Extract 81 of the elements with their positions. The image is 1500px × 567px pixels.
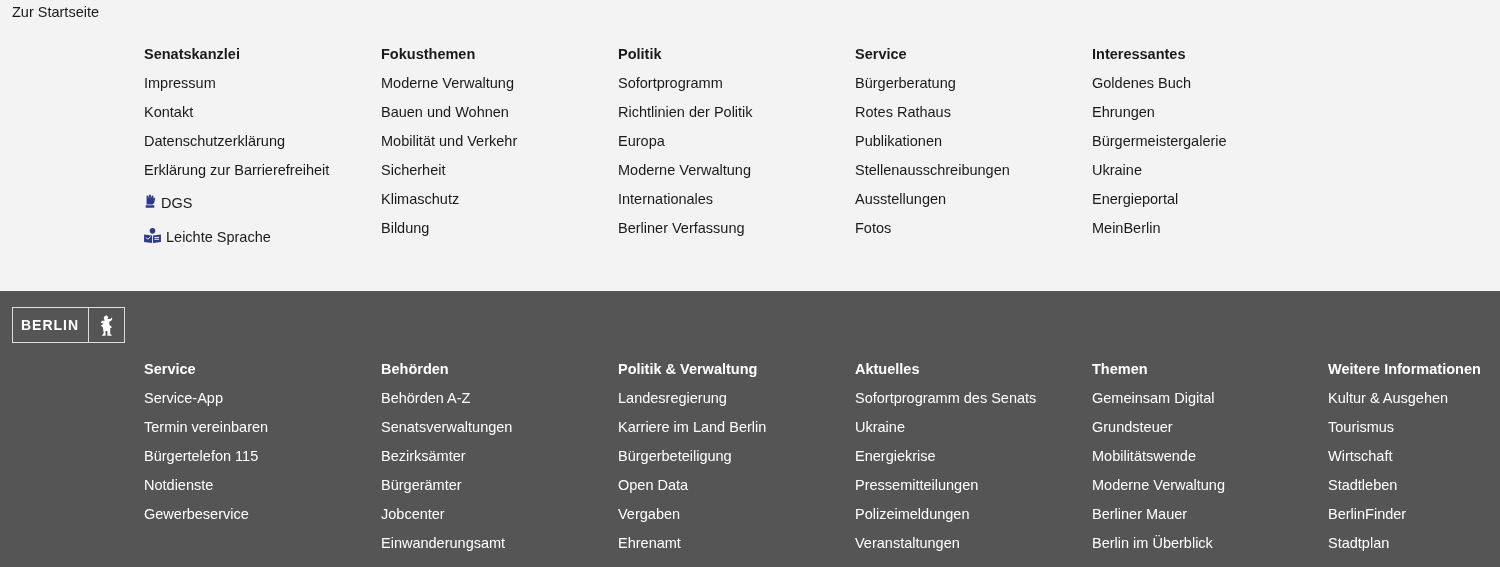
column-heading: Fokusthemen (381, 45, 476, 63)
footer-link[interactable]: Erklärung zur Barrierefreiheit (144, 161, 330, 179)
footer-link[interactable]: Service-App (144, 389, 223, 407)
column-heading: Service (855, 45, 907, 63)
column-heading: Service (144, 360, 196, 378)
footer-link[interactable]: Ausstellungen (855, 190, 947, 208)
footer-link[interactable]: Richtlinien der Politik (618, 103, 753, 121)
footer-link[interactable]: Rotes Rathaus (855, 103, 951, 121)
footer-link[interactable]: Ukraine (855, 418, 905, 436)
footer-link[interactable]: Bürgermeistergalerie (1092, 132, 1227, 150)
column-heading: Weitere Informationen (1328, 360, 1481, 378)
footer-link[interactable]: Stellenausschreibungen (855, 161, 1010, 179)
footer-link[interactable]: Bildung (381, 219, 430, 237)
footer-link[interactable]: Veranstaltungen (855, 534, 960, 552)
footer-link[interactable]: Kontakt (144, 103, 194, 121)
footer-link[interactable]: Landesregierung (618, 389, 727, 407)
footer-link[interactable]: Ukraine (1092, 161, 1142, 179)
footer-link[interactable]: MeinBerlin (1092, 219, 1161, 237)
footer-link[interactable]: Jobcenter (381, 505, 445, 523)
footer-link[interactable]: Gemeinsam Digital (1092, 389, 1215, 407)
sign-language-icon (144, 194, 156, 208)
footer-link[interactable]: Energiekrise (855, 447, 936, 465)
footer-link[interactable]: Wirtschaft (1328, 447, 1393, 465)
footer-link[interactable]: Bürgertelefon 115 (144, 447, 259, 465)
footer-link[interactable]: Publikationen (855, 132, 943, 150)
footer-link[interactable]: Termin vereinbaren (144, 418, 269, 436)
footer-link[interactable]: Sicherheit (381, 161, 446, 179)
berlin-logo[interactable]: BERLIN (12, 307, 126, 343)
footer-link[interactable]: Einwanderungsamt (381, 534, 506, 552)
footer-link[interactable]: Kultur & Ausgehen (1328, 389, 1449, 407)
footer-link[interactable]: Behörden A-Z (381, 389, 471, 407)
bear-icon (100, 314, 114, 336)
footer-link[interactable]: Grundsteuer (1092, 418, 1173, 436)
footer-link[interactable]: Internationales (618, 190, 714, 208)
footer-link[interactable]: Polizeimeldungen (855, 505, 970, 523)
footer-link[interactable]: Europa (618, 132, 665, 150)
column-heading: Themen (1092, 360, 1148, 378)
footer-link[interactable]: Bürgerbeteiligung (618, 447, 732, 465)
footer-link[interactable]: Bürgerberatung (855, 74, 956, 92)
footer-link[interactable]: Bürgerämter (381, 476, 462, 494)
footer-link[interactable]: BerlinFinder (1328, 505, 1407, 523)
footer-link[interactable]: Goldenes Buch (1092, 74, 1192, 92)
footer-link[interactable]: Mobilitätswende (1092, 447, 1196, 465)
footer-link[interactable]: Open Data (618, 476, 689, 494)
reading-person-icon (144, 227, 161, 243)
footer-link[interactable]: Stadtleben (1328, 476, 1398, 494)
column-heading: Aktuelles (855, 360, 920, 378)
footer-link[interactable]: Bauen und Wohnen (381, 103, 509, 121)
column-heading: Interessantes (1092, 45, 1186, 63)
home-link[interactable]: Zur Startseite (12, 3, 100, 21)
column-heading: Politik & Verwaltung (618, 360, 758, 378)
footer-link[interactable]: DGS (161, 194, 193, 212)
footer-link[interactable]: Sofortprogramm (618, 74, 723, 92)
footer-link[interactable]: Karriere im Land Berlin (618, 418, 767, 436)
footer-link[interactable]: Bezirksämter (381, 447, 466, 465)
footer-link[interactable]: Mobilität und Verkehr (381, 132, 518, 150)
footer-link[interactable]: Ehrenamt (618, 534, 681, 552)
column-heading: Politik (618, 45, 662, 63)
footer-link[interactable]: Gewerbeservice (144, 505, 249, 523)
footer-link[interactable]: Moderne Verwaltung (1092, 476, 1225, 494)
footer-link[interactable]: Moderne Verwaltung (618, 161, 751, 179)
footer-link[interactable]: Berliner Verfassung (618, 219, 745, 237)
footer-link[interactable]: Berlin im Überblick (1092, 534, 1213, 552)
footer-link[interactable]: Fotos (855, 219, 892, 237)
footer-link[interactable]: Moderne Verwaltung (381, 74, 514, 92)
footer-link[interactable]: Energieportal (1092, 190, 1179, 208)
footer-link[interactable]: Notdienste (144, 476, 214, 494)
footer-link[interactable]: Leichte Sprache (166, 228, 271, 246)
footer-link[interactable]: Senatsverwaltungen (381, 418, 513, 436)
footer-link[interactable]: Ehrungen (1092, 103, 1155, 121)
footer-link[interactable]: Datenschutzerklärung (144, 132, 286, 150)
footer-link[interactable]: Pressemitteilungen (855, 476, 979, 494)
footer-link[interactable]: Impressum (144, 74, 216, 92)
footer-link[interactable]: Klimaschutz (381, 190, 460, 208)
footer-link[interactable]: Tourismus (1328, 418, 1395, 436)
column-heading: Senatskanzlei (144, 45, 240, 63)
footer-link[interactable]: Berliner Mauer (1092, 505, 1188, 523)
footer-link[interactable]: Sofortprogramm des Senats (855, 389, 1037, 407)
footer-link[interactable]: Vergaben (618, 505, 681, 523)
footer-link[interactable]: Stadtplan (1328, 534, 1390, 552)
column-heading: Behörden (381, 360, 449, 378)
